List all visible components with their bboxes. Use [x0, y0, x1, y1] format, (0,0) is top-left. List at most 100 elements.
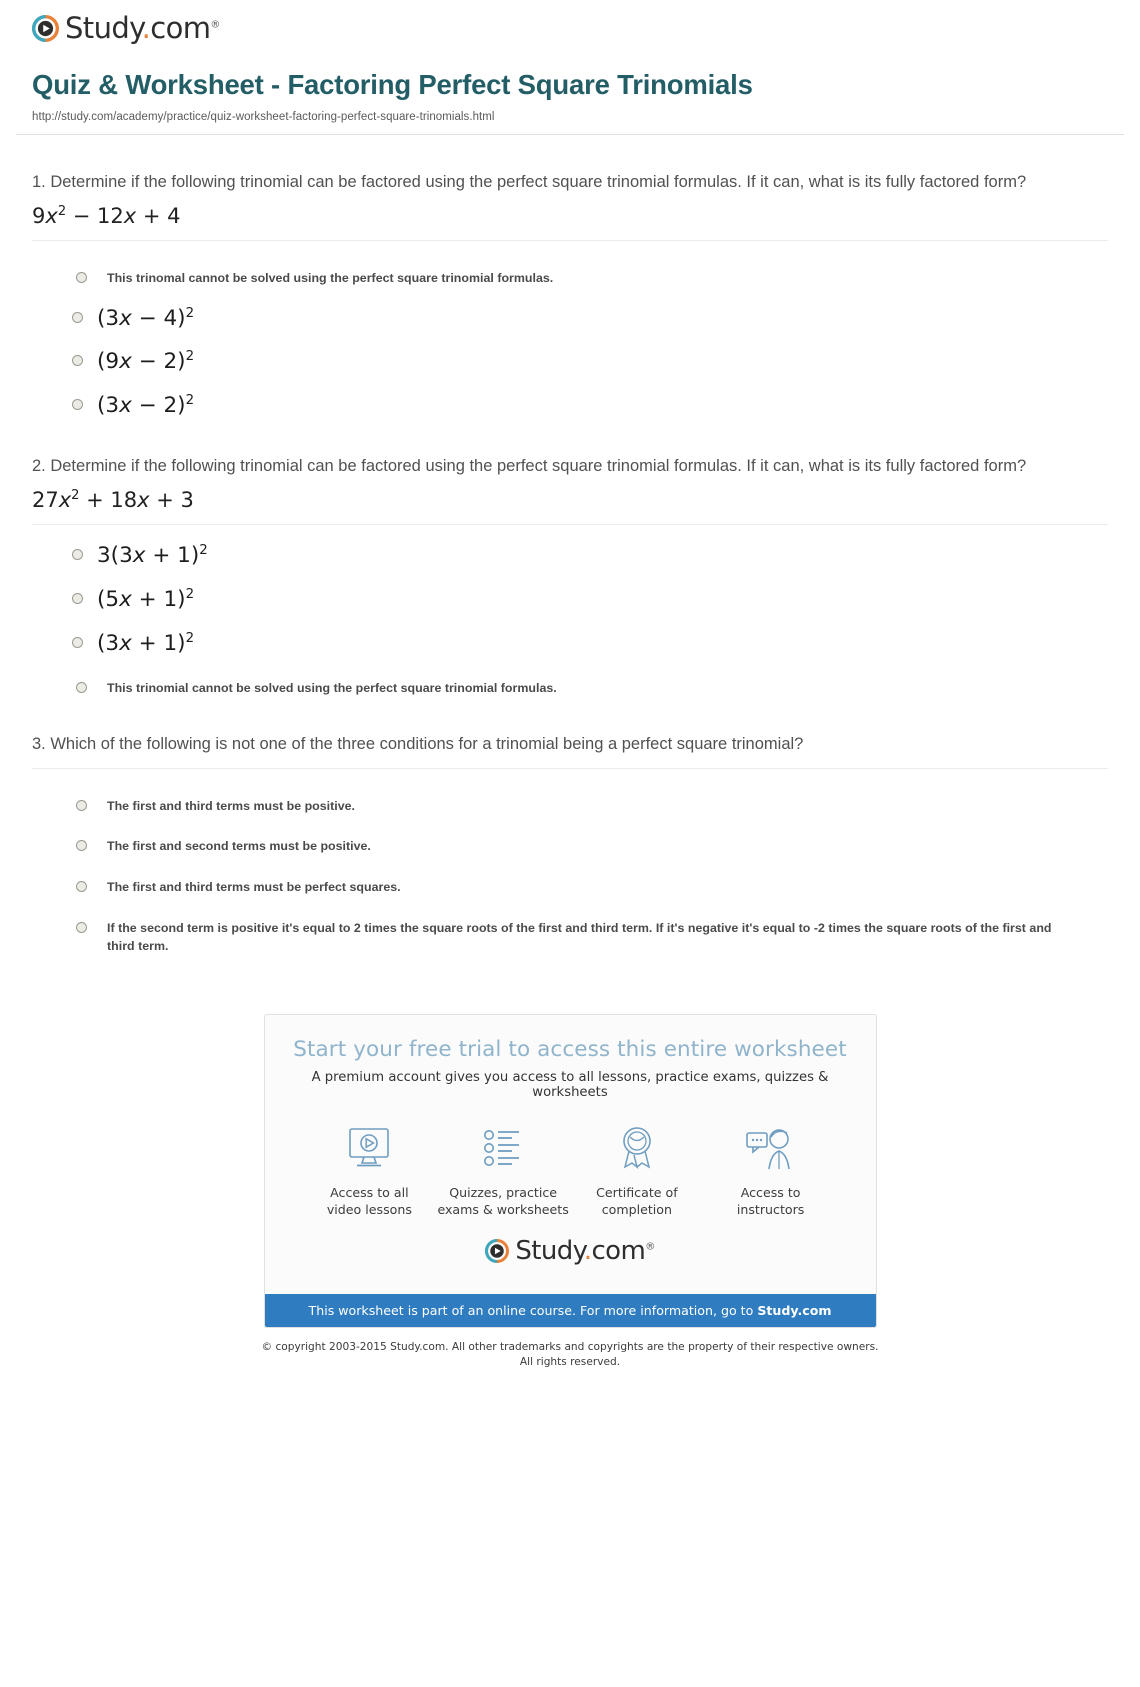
checklist-icon: [436, 1122, 570, 1176]
promo-banner-link[interactable]: Study.com: [757, 1303, 831, 1318]
feature-label-line2: video lessons: [326, 1201, 412, 1217]
questions-container: 1. Determine if the following trinomial …: [16, 135, 1124, 956]
free-trial-card: Start your free trial to access this ent…: [263, 1013, 877, 1328]
question-prompt: 2. Determine if the following trinomial …: [32, 457, 1027, 476]
answer-options: The first and third terms must be positi…: [32, 797, 1108, 956]
answer-options: This trinomal cannot be solved using the…: [32, 269, 1108, 419]
study-com-logo[interactable]: Study.com®: [32, 14, 220, 43]
question-block: 2. Determine if the following trinomial …: [32, 419, 1108, 697]
question-expression: 9x2 − 12x + 4: [32, 203, 181, 228]
answer-option[interactable]: This trinomal cannot be solved using the…: [32, 269, 1108, 288]
radio-button-icon[interactable]: [72, 311, 83, 323]
brand-wordmark: Study.com®: [65, 14, 220, 43]
copyright-line-2: All rights reserved.: [519, 1356, 621, 1369]
feature-item: Quizzes, practice exams & worksheets: [436, 1122, 570, 1218]
question-prompt: 1. Determine if the following trinomial …: [32, 173, 1027, 191]
feature-label: Certificate of completion: [570, 1184, 704, 1218]
question-block: 3. Which of the following is not one of …: [32, 697, 1108, 956]
feature-label-line1: Access to: [740, 1184, 801, 1200]
radio-button-icon[interactable]: [72, 549, 83, 561]
promo-section: Start your free trial to access this ent…: [16, 1013, 1124, 1328]
feature-label-line2: exams & worksheets: [437, 1201, 569, 1217]
radio-button-icon[interactable]: [76, 921, 87, 933]
title-block: Quiz & Worksheet - Factoring Perfect Squ…: [16, 51, 1124, 134]
trademark-symbol: ®: [210, 19, 220, 31]
radio-button-icon[interactable]: [72, 399, 83, 411]
feature-list: Access to all video lessons Quizzes, pra…: [283, 1106, 858, 1222]
answer-option-math: (3x − 2)2: [97, 393, 195, 419]
feature-item: Certificate of completion: [570, 1122, 704, 1218]
question-divider: [32, 767, 1108, 769]
brand-name-tld: com: [150, 11, 211, 45]
radio-button-icon[interactable]: [72, 355, 83, 367]
copyright-notice: © copyright 2003-2015 Study.com. All oth…: [16, 1340, 1124, 1371]
brand-name-dot: .: [141, 11, 151, 45]
promo-title: Start your free trial to access this ent…: [293, 1036, 847, 1062]
answer-option[interactable]: If the second term is positive it's equa…: [32, 919, 1108, 956]
feature-label: Quizzes, practice exams & worksheets: [436, 1184, 570, 1218]
award-ribbon-icon: [570, 1122, 704, 1176]
answer-option[interactable]: 3(3x + 1)2: [32, 543, 1108, 569]
answer-option[interactable]: This trinomial cannot be solved using th…: [32, 679, 1108, 698]
answer-options: 3(3x + 1)2 (5x + 1)2 (3x + 1)2 This trinomi…: [32, 543, 1108, 697]
promo-banner-text: This worksheet is part of an online cour…: [308, 1302, 758, 1318]
copyright-line-1: © copyright 2003-2015 Study.com. All oth…: [261, 1340, 879, 1353]
answer-option[interactable]: (3x + 1)2: [32, 631, 1108, 657]
answer-option[interactable]: (5x + 1)2: [32, 587, 1108, 613]
answer-option[interactable]: (3x − 4)2: [32, 306, 1108, 332]
feature-label-line2: completion: [601, 1201, 672, 1217]
answer-option-math: (5x + 1)2: [97, 586, 195, 612]
feature-label-line1: Certificate of: [596, 1184, 678, 1200]
brand-name-main: Study: [65, 11, 142, 45]
play-circle-icon: [32, 15, 59, 42]
instructor-chat-icon: [704, 1122, 838, 1176]
promo-body: Start your free trial to access this ent…: [265, 1015, 876, 1294]
question-block: 1. Determine if the following trinomial …: [32, 135, 1108, 419]
answer-option-label: If the second term is positive it's equa…: [107, 920, 1052, 954]
feature-label-line1: Access to all: [330, 1184, 409, 1200]
answer-option[interactable]: (9x − 2)2: [32, 349, 1108, 375]
feature-label: Access to all video lessons: [303, 1184, 437, 1218]
answer-option[interactable]: (3x − 2)2: [32, 393, 1108, 419]
radio-button-icon[interactable]: [76, 799, 87, 811]
promo-subtitle: A premium account gives you access to al…: [311, 1069, 829, 1100]
worksheet-page: Study.com® Quiz & Worksheet - Factoring …: [0, 0, 1140, 1687]
feature-label-line2: instructors: [736, 1201, 805, 1217]
answer-option-label: The first and third terms must be positi…: [107, 798, 356, 813]
feature-item: Access to all video lessons: [303, 1122, 437, 1218]
video-monitor-icon: [303, 1122, 437, 1176]
answer-option[interactable]: The first and third terms must be perfec…: [32, 878, 1108, 897]
brand-wordmark: Study.com®: [515, 1235, 655, 1266]
answer-option-label: This trinomal cannot be solved using the…: [107, 271, 554, 286]
play-circle-icon: [485, 1238, 510, 1263]
radio-button-icon[interactable]: [76, 272, 87, 284]
brand-name-tld: com: [591, 1235, 646, 1266]
page-title: Quiz & Worksheet - Factoring Perfect Squ…: [32, 69, 753, 100]
site-header: Study.com®: [16, 0, 1124, 51]
answer-option[interactable]: The first and second terms must be posit…: [32, 837, 1108, 856]
study-com-logo-promo[interactable]: Study.com®: [485, 1235, 655, 1266]
answer-option-label: This trinomial cannot be solved using th…: [107, 680, 557, 695]
answer-option-math: (9x − 2)2: [97, 349, 195, 375]
feature-label-line1: Quizzes, practice: [449, 1184, 558, 1200]
answer-option[interactable]: The first and third terms must be positi…: [32, 797, 1108, 816]
answer-option-math: (3x + 1)2: [97, 630, 195, 656]
brand-name-main: Study: [515, 1235, 584, 1266]
radio-button-icon[interactable]: [72, 592, 83, 604]
trademark-symbol: ®: [645, 1241, 655, 1253]
feature-item: Access to instructors: [704, 1122, 838, 1218]
page-url: http://study.com/academy/practice/quiz-w…: [32, 111, 495, 123]
radio-button-icon[interactable]: [76, 881, 87, 893]
question-divider: [32, 524, 1108, 526]
question-expression: 27x2 + 18x + 3: [32, 487, 194, 512]
radio-button-icon[interactable]: [72, 636, 83, 648]
radio-button-icon[interactable]: [76, 681, 87, 693]
feature-label: Access to instructors: [704, 1184, 838, 1218]
answer-option-math: (3x − 4)2: [97, 305, 195, 331]
answer-option-math: 3(3x + 1)2: [97, 542, 208, 569]
promo-banner[interactable]: This worksheet is part of an online cour…: [264, 1293, 876, 1327]
answer-option-label: The first and third terms must be perfec…: [107, 880, 401, 895]
question-prompt: 3. Which of the following is not one of …: [32, 735, 804, 754]
question-divider: [32, 240, 1108, 242]
radio-button-icon[interactable]: [76, 840, 87, 852]
